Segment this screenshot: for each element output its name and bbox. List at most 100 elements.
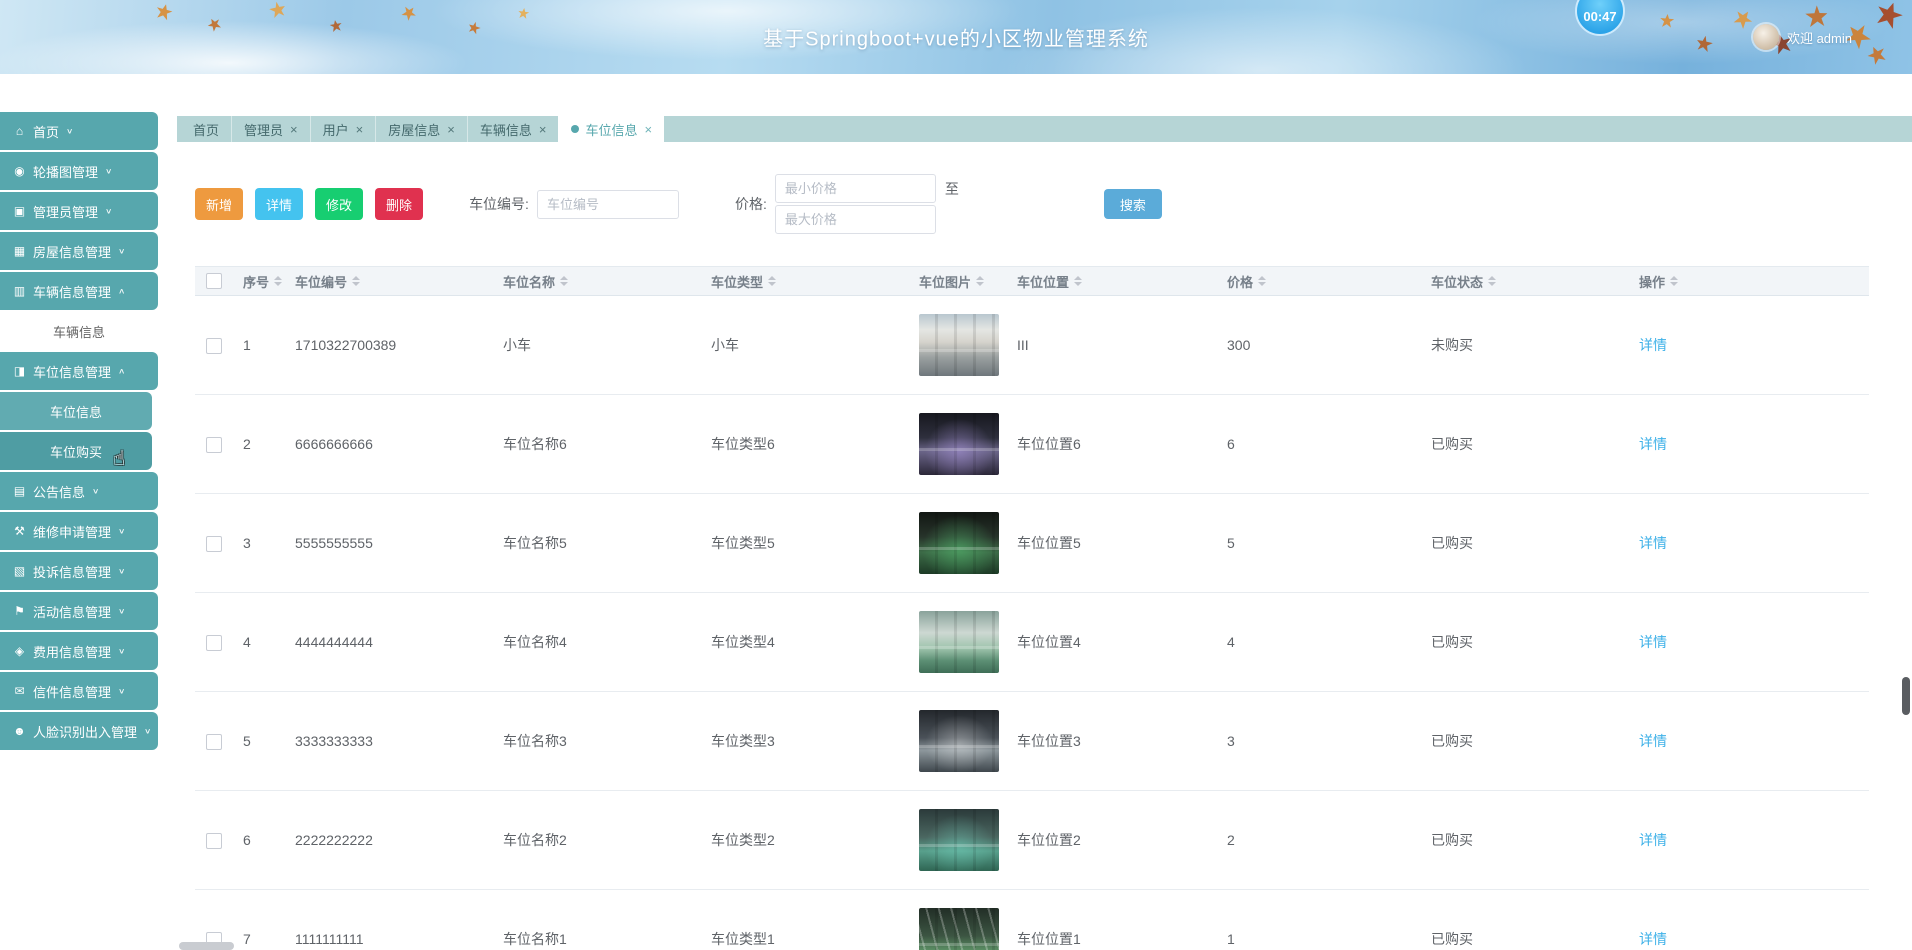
- sidebar-item[interactable]: ▤ 公告信息 ∨: [0, 472, 158, 510]
- parking-photo[interactable]: [919, 908, 999, 950]
- row-checkbox[interactable]: [206, 833, 222, 849]
- close-icon[interactable]: ×: [539, 123, 547, 136]
- sidebar-item-label: 车辆信息管理: [33, 282, 111, 301]
- tab[interactable]: 首页 ×: [181, 116, 231, 142]
- detail-link[interactable]: 详情: [1639, 436, 1667, 452]
- cell-parking-type: 车位类型4: [701, 593, 909, 692]
- detail-link[interactable]: 详情: [1639, 634, 1667, 650]
- detail-link[interactable]: 详情: [1639, 337, 1667, 353]
- sort-icons[interactable]: [768, 276, 776, 286]
- sidebar-item[interactable]: ⚒ 维修申请管理 ∨: [0, 512, 158, 550]
- vertical-scrollbar-thumb[interactable]: [1902, 677, 1910, 715]
- detail-link[interactable]: 详情: [1639, 535, 1667, 551]
- tab[interactable]: 用户 ×: [310, 116, 376, 142]
- row-checkbox[interactable]: [206, 536, 222, 552]
- sort-icons[interactable]: [560, 276, 568, 286]
- sidebar-item[interactable]: ◈ 费用信息管理 ∨: [0, 632, 158, 670]
- sort-icons[interactable]: [352, 276, 360, 286]
- sidebar-item[interactable]: ✉ 信件信息管理 ∨: [0, 672, 158, 710]
- sort-icons[interactable]: [1074, 276, 1082, 286]
- cell-parking-name: 车位名称1: [493, 890, 701, 950]
- tab[interactable]: 管理员 ×: [231, 116, 310, 142]
- sort-icons[interactable]: [1488, 276, 1496, 286]
- parking-photo[interactable]: [919, 413, 999, 475]
- data-table: 序号 车位编号: [195, 266, 1869, 950]
- user-info[interactable]: 欢迎 admin: [1753, 24, 1852, 50]
- cell-status: 已购买: [1421, 791, 1629, 890]
- detail-link[interactable]: 详情: [1639, 931, 1667, 947]
- min-price-input[interactable]: [775, 174, 936, 203]
- sidebar-item[interactable]: 车位购买: [0, 432, 152, 470]
- add-button[interactable]: 新增: [195, 188, 243, 220]
- cell-parking-type: 车位类型3: [701, 692, 909, 791]
- row-checkbox[interactable]: [206, 635, 222, 651]
- detail-button[interactable]: 详情: [255, 188, 303, 220]
- sidebar-item-label: 房屋信息管理: [33, 242, 111, 261]
- cell-parking-name: 小车: [493, 296, 701, 395]
- parking-photo[interactable]: [919, 512, 999, 574]
- cell-status: 已购买: [1421, 692, 1629, 791]
- cell-parking-name: 车位名称2: [493, 791, 701, 890]
- code-input[interactable]: [537, 190, 679, 219]
- sort-icons[interactable]: [274, 276, 282, 286]
- page-title: 基于Springboot+vue的小区物业管理系统: [0, 23, 1912, 52]
- sort-icons[interactable]: [1670, 276, 1678, 286]
- sidebar-item[interactable]: ☻ 人脸识别出入管理 ∨: [0, 712, 158, 750]
- sidebar-item[interactable]: ▧ 投诉信息管理 ∨: [0, 552, 158, 590]
- chevron-down-icon: ∨: [118, 247, 125, 255]
- cell-index: 6: [233, 791, 285, 890]
- clock-time: 00:47: [1583, 9, 1616, 24]
- sort-icons[interactable]: [976, 276, 984, 286]
- parking-photo[interactable]: [919, 611, 999, 673]
- tab-label: 车辆信息: [480, 120, 532, 139]
- delete-button[interactable]: 删除: [375, 188, 423, 220]
- sidebar-item[interactable]: ⚑ 活动信息管理 ∨: [0, 592, 158, 630]
- row-checkbox[interactable]: [206, 338, 222, 354]
- parking-photo[interactable]: [919, 314, 999, 376]
- sort-icons[interactable]: [1258, 276, 1266, 286]
- parking-photo[interactable]: [919, 710, 999, 772]
- cell-status: 已购买: [1421, 494, 1629, 593]
- fee-icon: ◈: [12, 644, 27, 658]
- close-icon[interactable]: ×: [644, 123, 652, 136]
- edit-button[interactable]: 修改: [315, 188, 363, 220]
- detail-link[interactable]: 详情: [1639, 832, 1667, 848]
- sidebar-item[interactable]: ◨ 车位信息管理 ∧: [0, 352, 158, 390]
- chevron-down-icon: ∨: [118, 647, 125, 655]
- sidebar-item[interactable]: ▣ 管理员管理 ∨: [0, 192, 158, 230]
- row-checkbox[interactable]: [206, 734, 222, 750]
- house-icon: ▦: [12, 244, 27, 258]
- close-icon[interactable]: ×: [356, 123, 364, 136]
- close-icon[interactable]: ×: [290, 123, 298, 136]
- sidebar-item-label: 维修申请管理: [33, 522, 111, 541]
- sidebar-item[interactable]: ⌂ 首页 ∨: [0, 112, 158, 150]
- row-checkbox[interactable]: [206, 437, 222, 453]
- column-header: 序号: [233, 267, 285, 296]
- tab[interactable]: 车位信息 ×: [558, 116, 664, 142]
- parking-icon: ◨: [12, 364, 27, 378]
- sidebar-item[interactable]: ▦ 房屋信息管理 ∨: [0, 232, 158, 270]
- sidebar-item-label: 首页: [33, 122, 59, 141]
- detail-link[interactable]: 详情: [1639, 733, 1667, 749]
- cell-price: 5: [1217, 494, 1421, 593]
- price-label: 价格:: [735, 194, 767, 214]
- cell-parking-code: 2222222222: [285, 791, 493, 890]
- to-label: 至: [945, 179, 959, 199]
- sidebar-item[interactable]: 车位信息: [0, 392, 152, 430]
- column-header-label: 车位类型: [711, 272, 763, 291]
- tab[interactable]: 车辆信息 ×: [467, 116, 559, 142]
- max-price-input[interactable]: [775, 205, 936, 234]
- parking-photo[interactable]: [919, 809, 999, 871]
- sidebar-item[interactable]: 车辆信息: [0, 312, 158, 350]
- select-all-checkbox[interactable]: [206, 273, 222, 289]
- cell-parking-location: III: [1007, 296, 1217, 395]
- cell-parking-code: 6666666666: [285, 395, 493, 494]
- sidebar-item[interactable]: ▥ 车辆信息管理 ∧: [0, 272, 158, 310]
- close-icon[interactable]: ×: [447, 123, 455, 136]
- tab[interactable]: 房屋信息 ×: [375, 116, 467, 142]
- search-button[interactable]: 搜索: [1104, 189, 1162, 219]
- horizontal-scrollbar-thumb[interactable]: [179, 942, 234, 950]
- tab-label: 管理员: [244, 120, 283, 139]
- cell-parking-code: 3333333333: [285, 692, 493, 791]
- sidebar-item[interactable]: ◉ 轮播图管理 ∨: [0, 152, 158, 190]
